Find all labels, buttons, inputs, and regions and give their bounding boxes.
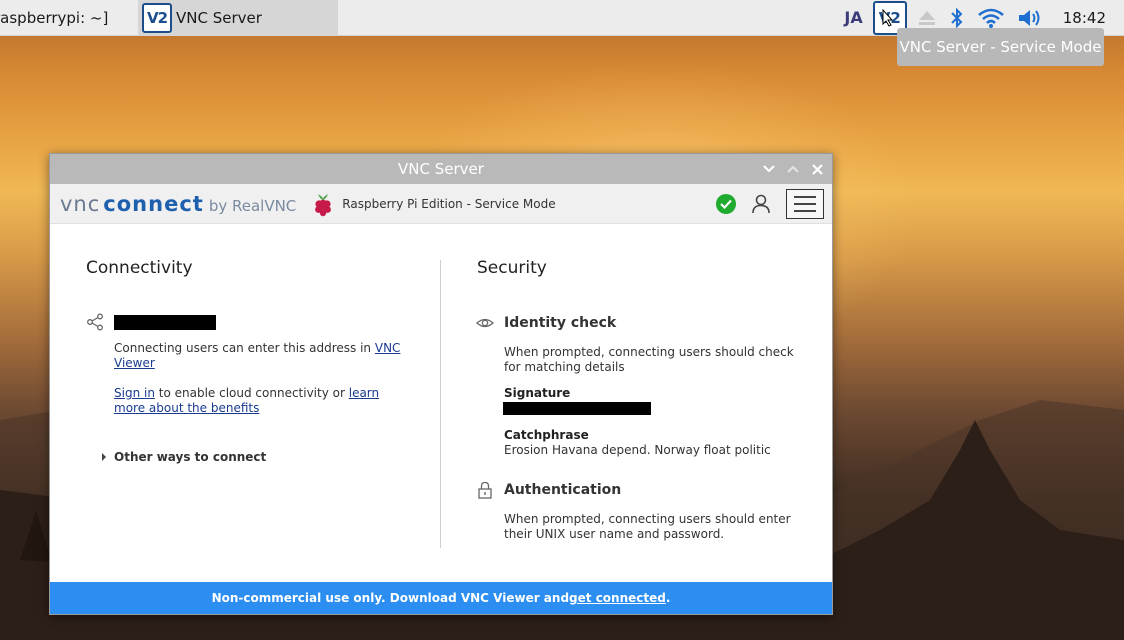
- other-ways-toggle[interactable]: Other ways to connect: [100, 450, 266, 464]
- identity-check-title: Identity check: [504, 315, 617, 331]
- tray-tooltip: VNC Server - Service Mode: [897, 28, 1104, 66]
- other-ways-label: Other ways to connect: [114, 450, 267, 464]
- terminal-task-label: raspberrypi: ~]: [0, 8, 109, 27]
- vnc-connect-logo: vnc connect by RealVNC: [60, 192, 296, 216]
- signin-hint-text: to enable cloud connectivity or: [154, 386, 349, 400]
- address-hint: Connecting users can enter this address …: [114, 341, 414, 371]
- window-title: VNC Server: [398, 160, 484, 178]
- address-hint-text: Connecting users can enter this address …: [114, 341, 375, 355]
- raspberry-pi-icon: [315, 193, 332, 216]
- brand-connect: connect: [103, 191, 204, 216]
- caret-right-icon: [102, 453, 106, 461]
- menu-line: [794, 210, 816, 212]
- sign-in-link[interactable]: Sign in: [114, 386, 155, 400]
- eye-icon: [476, 318, 494, 328]
- brand-vnc: vnc: [60, 191, 101, 216]
- taskbar-vnc-server-button[interactable]: V2 VNC Server: [138, 0, 338, 36]
- edition-label: Raspberry Pi Edition - Service Mode: [342, 196, 556, 211]
- brand-by-realvnc: by RealVNC: [208, 196, 297, 215]
- catchphrase-label: Catchphrase: [504, 428, 589, 442]
- signature-label: Signature: [504, 386, 571, 400]
- footer-banner: Non-commercial use only. Download VNC Vi…: [50, 582, 832, 614]
- footer-period: .: [665, 591, 671, 605]
- close-icon[interactable]: [810, 162, 824, 176]
- authentication-desc: When prompted, connecting users should e…: [504, 512, 791, 541]
- connectivity-heading: Connectivity: [86, 258, 193, 278]
- authentication-title: Authentication: [504, 482, 622, 498]
- identity-check-desc: When prompted, connecting users should c…: [504, 345, 794, 374]
- share-icon: [87, 313, 103, 331]
- maximize-icon[interactable]: [786, 162, 800, 176]
- hamburger-menu-button[interactable]: [786, 189, 824, 219]
- catchphrase-value: Erosion Havana depend. Norway float poli…: [504, 443, 771, 457]
- mouse-cursor-icon: [882, 9, 894, 27]
- signin-hint: Sign in to enable cloud connectivity or …: [114, 386, 414, 416]
- user-icon[interactable]: [750, 193, 772, 215]
- app-header: vnc connect by RealVNC Raspberry Pi Edit…: [50, 184, 832, 224]
- column-divider: [440, 260, 441, 548]
- taskbar-terminal-button[interactable]: raspberrypi: ~]: [0, 0, 138, 36]
- main-content: Connectivity Connecting users can enter …: [50, 224, 832, 584]
- address-redacted: [114, 315, 216, 330]
- status-ok-icon[interactable]: [716, 194, 736, 214]
- menu-line: [794, 196, 816, 198]
- window-titlebar[interactable]: VNC Server: [50, 154, 832, 184]
- lock-icon: [478, 481, 492, 499]
- window-controls: [762, 154, 824, 184]
- minimize-icon[interactable]: [762, 162, 776, 176]
- security-heading: Security: [477, 258, 547, 278]
- signature-redacted: [503, 402, 651, 415]
- vnc-logo-icon: V2: [142, 2, 172, 33]
- input-method-indicator[interactable]: JA: [844, 0, 862, 36]
- get-connected-link[interactable]: get connected: [569, 591, 666, 605]
- vnc-task-label: VNC Server: [176, 8, 262, 27]
- footer-text: Non-commercial use only. Download VNC Vi…: [211, 591, 570, 605]
- vnc-server-window: VNC Server vnc connect by RealVNC Raspbe…: [49, 153, 833, 615]
- menu-line: [794, 203, 816, 205]
- header-actions: [716, 184, 824, 224]
